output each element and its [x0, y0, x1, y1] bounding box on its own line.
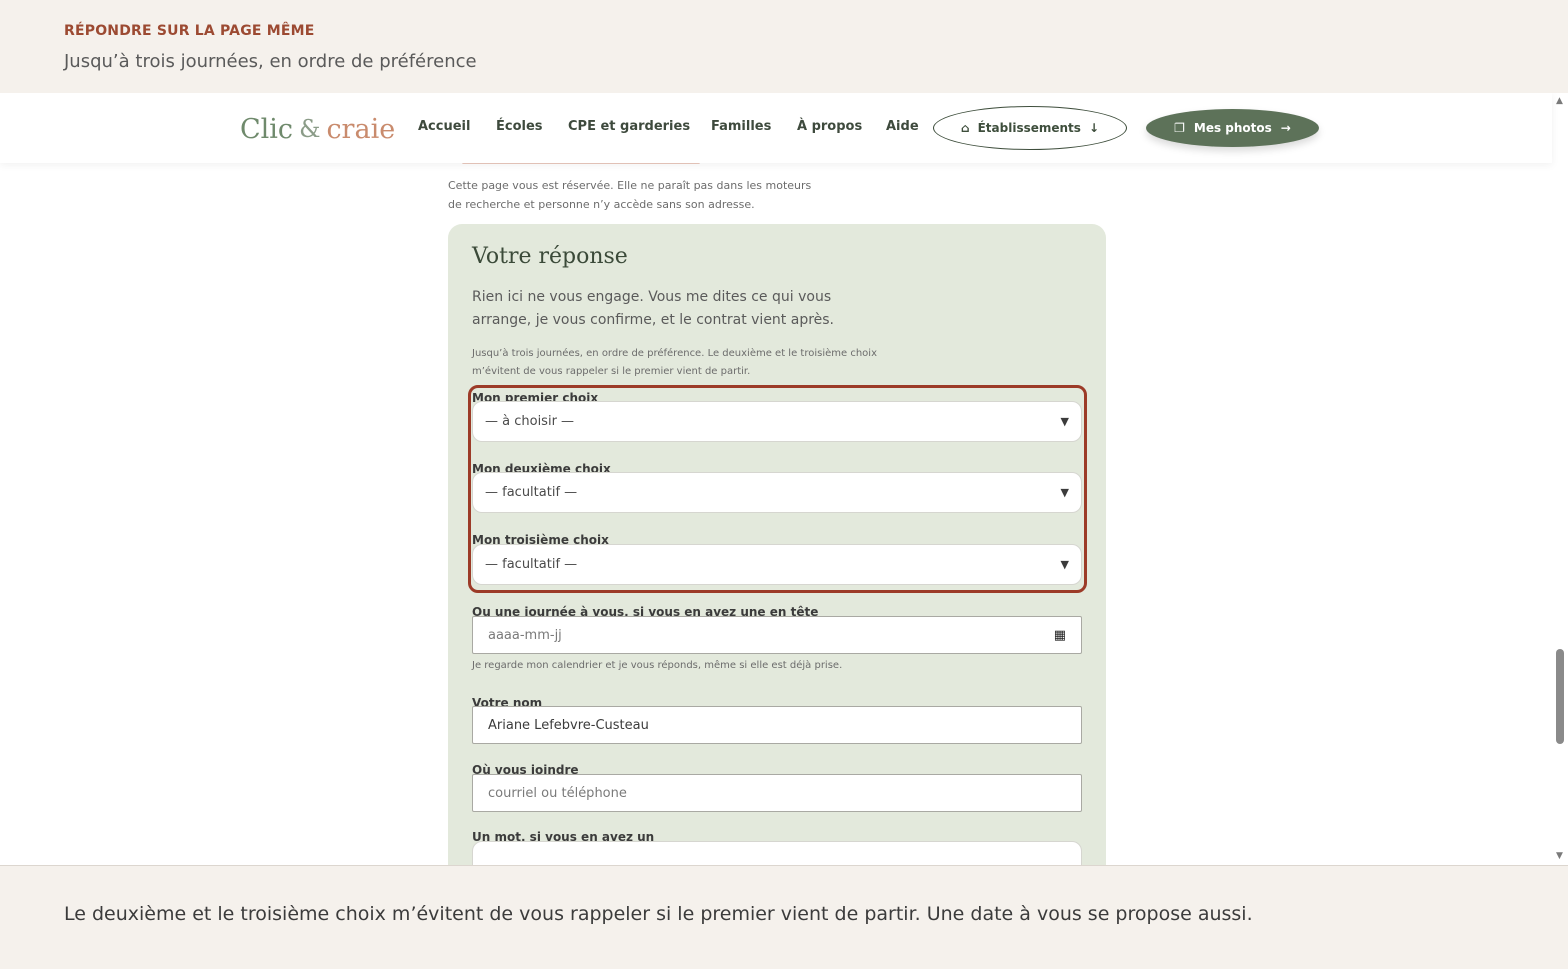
banner-eyebrow: RÉPONDRE SUR LA PAGE MÊME	[64, 23, 315, 39]
nav-link-ecoles[interactable]: Écoles	[496, 119, 543, 134]
message-field[interactable]	[472, 841, 1082, 865]
privacy-note: Cette page vous est réservée. Elle ne pa…	[448, 179, 812, 211]
scroll-down-icon[interactable]: ▼	[1556, 851, 1563, 861]
caret-down-icon: ▼	[1060, 415, 1069, 428]
photos-icon: ❐	[1174, 121, 1185, 135]
etablissements-button[interactable]: ⌂ Établissements ↓	[933, 106, 1127, 150]
nav-link-familles[interactable]: Familles	[711, 119, 771, 134]
name-value: Ariane Lefebvre-Custeau	[488, 717, 649, 733]
arrow-right-icon: →	[1280, 121, 1291, 135]
choice1-select[interactable]: — à choisir — ▼	[472, 401, 1082, 442]
form-title: Votre réponse	[472, 244, 628, 269]
arrow-down-icon: ↓	[1088, 121, 1099, 135]
nav-link-aide[interactable]: Aide	[886, 119, 919, 134]
scroll-up-icon[interactable]: ▲	[1556, 96, 1563, 106]
logo-text-clic: Clic	[240, 113, 294, 145]
caret-down-icon: ▼	[1060, 558, 1069, 571]
custom-date-placeholder: aaaa-mm-jj	[488, 627, 562, 643]
name-field[interactable]: Ariane Lefebvre-Custeau	[472, 706, 1082, 744]
choice3-value: — facultatif —	[485, 557, 578, 572]
scrollbar-thumb[interactable]	[1556, 649, 1564, 744]
banner-subtitle: Jusqu’à trois journées, en ordre de préf…	[64, 51, 477, 72]
annotation-caption: Le deuxième et le troisième choix m’évit…	[64, 903, 1253, 925]
custom-date-help: Je regarde mon calendrier et je vous rép…	[472, 660, 843, 671]
calendar-icon[interactable]: ▦	[1054, 628, 1066, 643]
site-header: Clic & craie Accueil Écoles CPE et garde…	[0, 93, 1552, 163]
response-form-card: Votre réponse Rien ici ne vous engage. V…	[448, 224, 1106, 865]
form-note-text: Jusqu’à trois journées, en ordre de préf…	[472, 348, 877, 377]
caret-down-icon: ▼	[1060, 486, 1069, 499]
mes-photos-button[interactable]: ❐ Mes photos →	[1146, 109, 1319, 147]
logo-ampersand: &	[299, 115, 321, 143]
building-icon: ⌂	[961, 121, 970, 135]
nav-link-accueil[interactable]: Accueil	[418, 119, 470, 134]
choice2-select[interactable]: — facultatif — ▼	[472, 472, 1082, 513]
contact-field[interactable]: courriel ou téléphone	[472, 774, 1082, 812]
site-logo[interactable]: Clic & craie	[240, 109, 395, 149]
form-lead-text: Rien ici ne vous engage. Vous me dites c…	[472, 289, 835, 328]
etablissements-label: Établissements	[977, 121, 1081, 135]
nav-link-a-propos[interactable]: À propos	[797, 119, 862, 134]
nav-link-cpe[interactable]: CPE et garderies	[568, 119, 690, 134]
choice3-select[interactable]: — facultatif — ▼	[472, 544, 1082, 585]
logo-text-craie: craie	[326, 113, 396, 145]
browser-viewport: Clic & craie Accueil Écoles CPE et garde…	[0, 93, 1568, 866]
choice1-value: — à choisir —	[485, 414, 575, 429]
annotation-banner: RÉPONDRE SUR LA PAGE MÊME Jusqu’à trois …	[0, 0, 1568, 93]
page-scrollbar[interactable]: ▲ ▼	[1552, 93, 1568, 865]
mes-photos-label: Mes photos	[1193, 121, 1272, 135]
custom-date-input[interactable]: aaaa-mm-jj ▦	[472, 616, 1082, 654]
contact-placeholder: courriel ou téléphone	[488, 785, 627, 801]
choice2-value: — facultatif —	[485, 485, 578, 500]
